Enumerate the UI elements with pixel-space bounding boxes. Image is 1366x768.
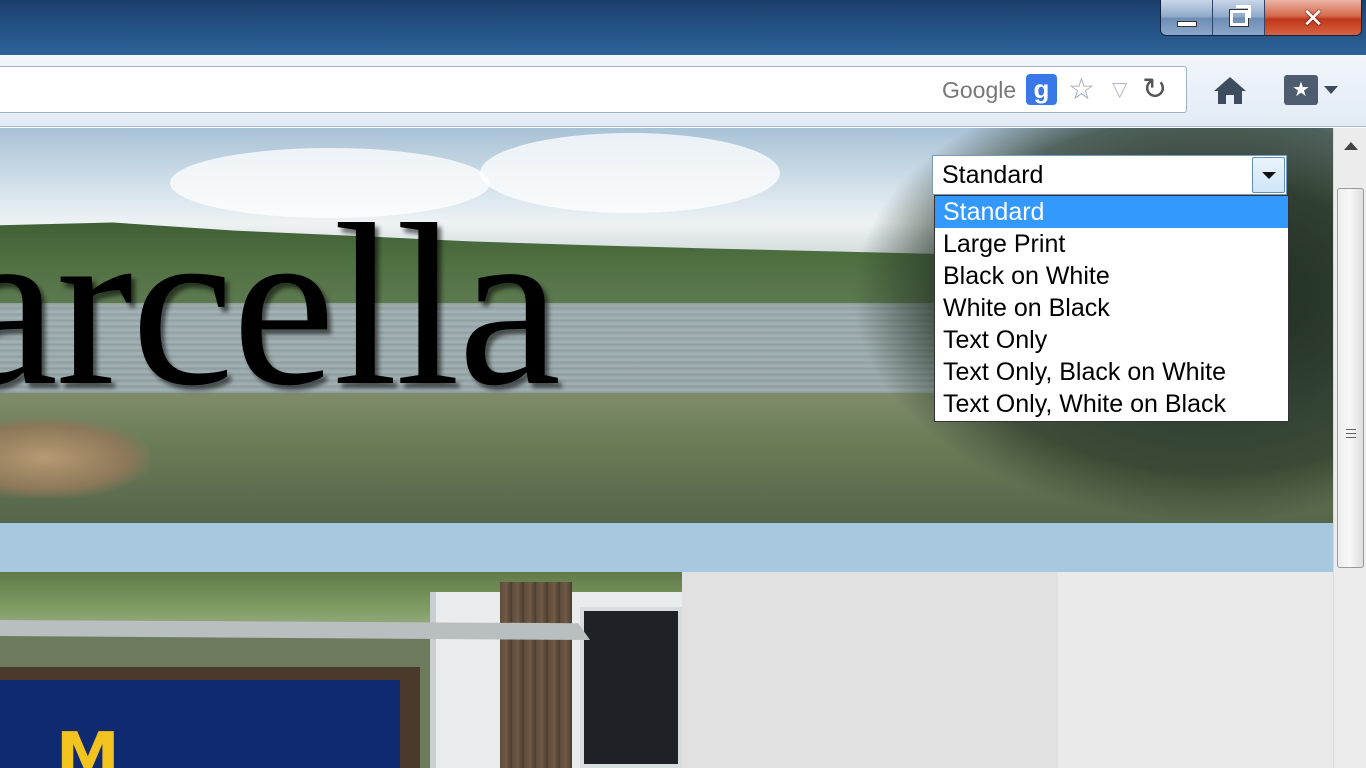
- bookmarks-icon: ★: [1284, 75, 1318, 105]
- content-area: M: [0, 572, 1333, 768]
- google-icon[interactable]: g: [1026, 74, 1057, 105]
- address-bar[interactable]: Google g ☆ ▽ ↻: [0, 66, 1187, 113]
- style-option-white-on-black[interactable]: White on Black: [935, 292, 1288, 324]
- style-select-value: Standard: [942, 161, 1044, 189]
- chevron-down-icon: [1324, 86, 1338, 94]
- sign-lettering: M: [56, 720, 126, 768]
- select-dropdown-button[interactable]: [1252, 157, 1285, 193]
- minimize-icon: [1176, 20, 1197, 27]
- browser-toolbar: Google g ☆ ▽ ↻ ★: [0, 55, 1366, 127]
- featured-photo: M: [0, 572, 682, 768]
- nav-bar: [0, 523, 1333, 572]
- bookmarks-button[interactable]: ★: [1284, 73, 1348, 107]
- site-title: arcella: [0, 177, 561, 434]
- home-icon[interactable]: [1210, 73, 1250, 107]
- bookmark-star-icon[interactable]: ☆: [1068, 73, 1095, 107]
- style-option-standard[interactable]: Standard: [935, 196, 1288, 228]
- style-options-list: Standard Large Print Black on White Whit…: [934, 195, 1289, 422]
- style-option-black-on-white[interactable]: Black on White: [935, 260, 1288, 292]
- sidebar-panel: [1058, 572, 1333, 768]
- minimize-button[interactable]: [1161, 0, 1213, 35]
- photo-tree-trunk: [500, 582, 572, 768]
- chevron-up-icon: [1343, 142, 1358, 150]
- window-titlebar: ✕: [0, 0, 1366, 55]
- scroll-up-button[interactable]: [1334, 128, 1366, 164]
- reload-icon[interactable]: ↻: [1142, 73, 1167, 107]
- scroll-thumb[interactable]: [1337, 188, 1364, 568]
- style-option-text-only-white-on-black[interactable]: Text Only, White on Black: [935, 388, 1288, 420]
- restore-button[interactable]: [1213, 0, 1265, 35]
- style-option-large-print[interactable]: Large Print: [935, 228, 1288, 260]
- photo-window: [580, 607, 682, 768]
- restore-icon: [1228, 4, 1251, 27]
- content-panel: [682, 572, 1058, 768]
- style-select[interactable]: Standard: [932, 155, 1287, 195]
- grip-icon: [1346, 429, 1356, 441]
- history-dropdown-icon[interactable]: ▽: [1112, 73, 1127, 107]
- style-option-text-only[interactable]: Text Only: [935, 324, 1288, 356]
- search-engine-label: Google: [942, 77, 1017, 103]
- close-button[interactable]: ✕: [1265, 0, 1361, 35]
- style-option-text-only-black-on-white[interactable]: Text Only, Black on White: [935, 356, 1288, 388]
- close-icon: ✕: [1302, 2, 1324, 33]
- window-controls: ✕: [1160, 0, 1362, 36]
- chevron-down-icon: [1261, 171, 1276, 179]
- vertical-scrollbar[interactable]: [1333, 128, 1366, 768]
